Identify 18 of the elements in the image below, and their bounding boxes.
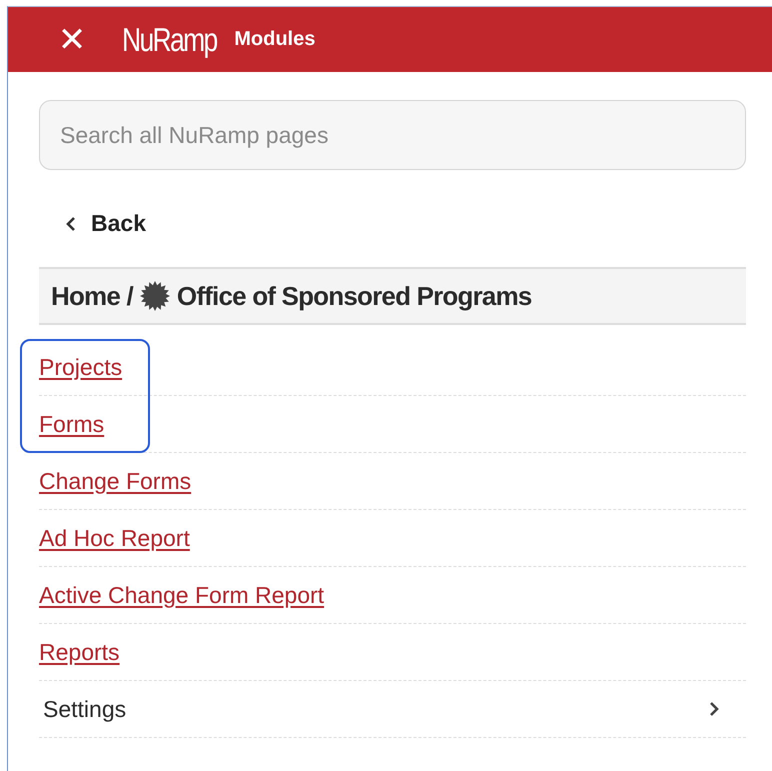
breadcrumb-current: Office of Sponsored Programs (176, 280, 532, 312)
chevron-left-icon (65, 216, 77, 232)
menu-link[interactable]: Reports (39, 638, 120, 666)
logo[interactable]: NuRamp (122, 20, 217, 58)
menu-link[interactable]: Change Forms (39, 468, 192, 494)
header-title: Modules (234, 28, 316, 51)
menu-link[interactable]: Active Change Form Report (39, 582, 324, 608)
search-field[interactable]: Search all NuRamp pages (39, 100, 746, 170)
menu-link[interactable]: Projects (39, 354, 122, 380)
menu-item-label: Settings (43, 696, 126, 722)
back-button[interactable]: Back (65, 210, 146, 237)
breadcrumb-home[interactable]: Home / (51, 280, 133, 312)
menu-link[interactable]: Forms (39, 410, 104, 438)
chevron-right-icon (708, 701, 720, 717)
close-button[interactable]: ✕ (52, 22, 92, 56)
menu-item[interactable]: Settings (39, 681, 746, 738)
seal-icon (138, 280, 171, 312)
menu-link[interactable]: Ad Hoc Report (39, 524, 190, 552)
